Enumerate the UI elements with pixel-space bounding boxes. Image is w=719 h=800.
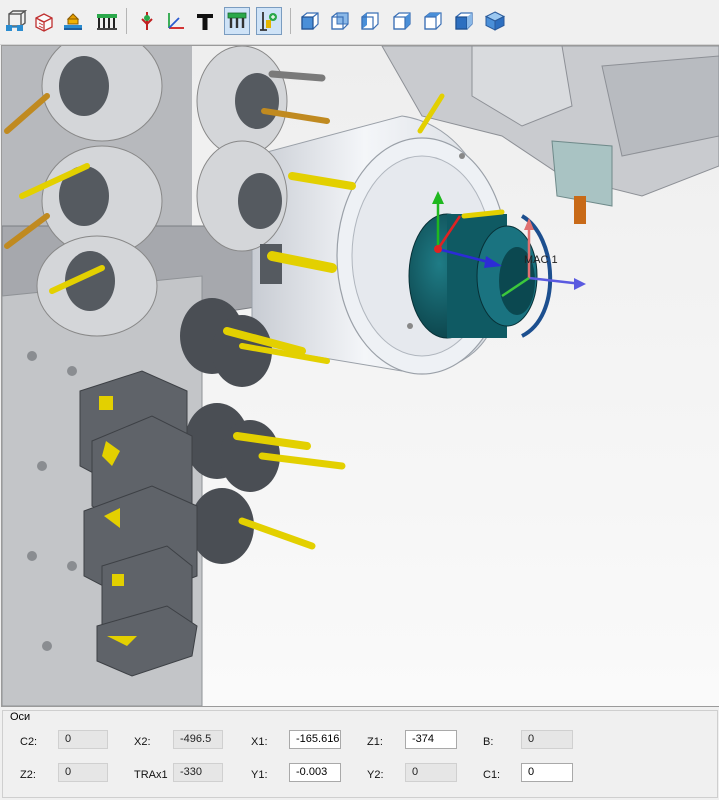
workpiece-button[interactable]	[60, 7, 86, 35]
workpiece-icon	[64, 13, 82, 30]
axis-label-z1: Z1:	[367, 736, 383, 748]
toolbar-separator	[290, 8, 291, 34]
axes-icon	[168, 13, 184, 29]
axis-value-y2: 0	[405, 763, 457, 782]
axis-label-c2: C2:	[20, 736, 38, 748]
red-cube-button[interactable]	[31, 7, 57, 35]
axis-label-c1: C1:	[483, 769, 501, 781]
network-cube-icon	[6, 10, 27, 31]
axes-button[interactable]	[162, 7, 188, 35]
axis-label-z2: Z2:	[20, 769, 36, 781]
axis-value-b: 0	[521, 730, 573, 749]
clamp-tool-button[interactable]	[224, 7, 250, 35]
view-top-button[interactable]	[420, 7, 446, 35]
view-cube-iso-icon	[484, 11, 506, 31]
view-cube-left-icon	[361, 12, 379, 30]
text-t-icon	[197, 14, 213, 30]
axis-value-z2: 0	[58, 763, 108, 782]
axis-label-trax1: TRAx1	[134, 769, 168, 781]
machine-3d-viewport[interactable]: MAC 1	[1, 45, 719, 707]
view-cube-front-icon	[301, 12, 319, 30]
axis-label-y1: Y1:	[251, 769, 268, 781]
axis-label-y2: Y2:	[367, 769, 384, 781]
axis-label-x1: X1:	[251, 736, 268, 748]
view-left-button[interactable]	[357, 7, 383, 35]
fixture-icon	[97, 14, 117, 30]
view-iso-button[interactable]	[482, 7, 508, 35]
axes-group-box	[2, 710, 718, 798]
axis-input-x1[interactable]: -165.616	[289, 730, 341, 749]
view-back-button[interactable]	[327, 7, 353, 35]
view-right-button[interactable]	[389, 7, 415, 35]
axis-input-c1[interactable]: 0	[521, 763, 573, 782]
machine-scene: MAC 1	[2, 46, 719, 706]
view-cube-top-icon	[424, 12, 442, 30]
axis-input-y1[interactable]: -0.003	[289, 763, 341, 782]
view-front-button[interactable]	[297, 7, 323, 35]
clamp-tool-icon	[227, 12, 247, 28]
machine-label: MAC 1	[524, 254, 558, 266]
axis-value-x2: -496.5	[173, 730, 223, 749]
view-cube-bottom-icon	[455, 12, 473, 30]
network-cube-button[interactable]	[3, 7, 29, 35]
text-button[interactable]	[192, 7, 218, 35]
view-bottom-button[interactable]	[451, 7, 477, 35]
axis-label-x2: X2:	[134, 736, 151, 748]
view-cube-right-icon	[393, 12, 411, 30]
red-cube-icon	[35, 13, 53, 32]
pin-marker-button[interactable]	[134, 7, 160, 35]
view-cube-back-icon	[331, 12, 349, 30]
pin-marker-icon	[141, 12, 153, 30]
machine-tool-icon	[260, 12, 277, 31]
main-toolbar	[0, 0, 719, 45]
axis-input-z1[interactable]: -374	[405, 730, 457, 749]
axes-panel-title: Оси	[8, 711, 33, 723]
axis-value-c2: 0	[58, 730, 108, 749]
axis-label-b: B:	[483, 736, 494, 748]
toolbar-separator	[126, 8, 127, 34]
fixture-button[interactable]	[94, 7, 120, 35]
axis-value-trax1: -330	[173, 763, 223, 782]
machine-tool-button[interactable]	[256, 7, 282, 35]
